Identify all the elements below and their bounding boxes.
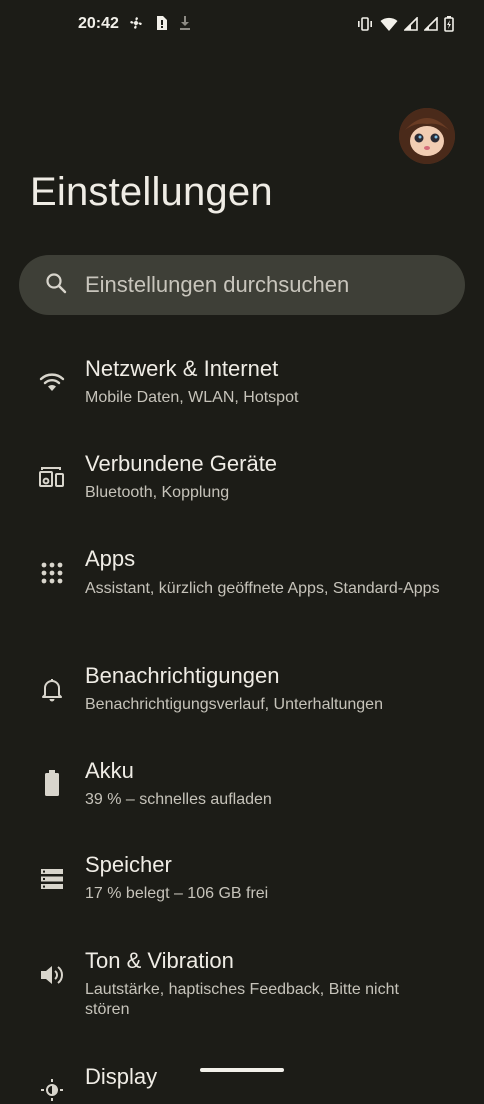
- storage-icon: [38, 865, 66, 893]
- bell-icon: [38, 676, 66, 704]
- setting-title: Verbundene Geräte: [85, 451, 278, 476]
- search-bar[interactable]: Einstellungen durchsuchen: [19, 255, 465, 315]
- status-bar: 20:42: [0, 0, 484, 52]
- search-icon: [45, 272, 67, 299]
- battery-icon: [38, 769, 66, 797]
- setting-title: Ton & Vibration: [85, 948, 234, 973]
- navigation-gesture-handle[interactable]: [200, 1068, 284, 1072]
- avatar[interactable]: [399, 108, 455, 164]
- setting-network-internet[interactable]: Netzwerk & Internet Mobile Daten, WLAN, …: [0, 330, 484, 425]
- vibrate-icon: [356, 16, 374, 32]
- setting-subtitle: Bluetooth, Kopplung: [85, 484, 230, 501]
- setting-apps[interactable]: Apps Assistant, kürzlich geöffnete Apps,…: [0, 520, 484, 636]
- setting-battery[interactable]: Akku 39 % – schnelles aufladen: [0, 731, 484, 826]
- setting-title: Netzwerk & Internet: [85, 356, 279, 381]
- setting-subtitle: Lautstärke, haptisches Feedback, Bitte n…: [85, 981, 399, 1018]
- fan-icon: [128, 15, 144, 31]
- wifi-status-icon: [380, 16, 398, 32]
- volume-icon: [38, 961, 66, 989]
- setting-connected-devices[interactable]: Verbundene Geräte Bluetooth, Kopplung: [0, 425, 484, 520]
- setting-notifications[interactable]: Benachrichtigungen Benachrichtigungsverl…: [0, 636, 484, 731]
- apps-grid-icon: [38, 559, 66, 587]
- status-time: 20:42: [78, 15, 119, 32]
- sim-alert-icon: [154, 15, 168, 31]
- setting-title: Apps: [85, 546, 136, 571]
- page-title: Einstellungen: [30, 170, 273, 214]
- battery-status-icon: [444, 16, 454, 32]
- signal-icon: [404, 17, 418, 31]
- setting-subtitle: Assistant, kürzlich geöffnete Apps, Stan…: [85, 580, 440, 597]
- setting-storage[interactable]: Speicher 17 % belegt – 106 GB frei: [0, 826, 484, 921]
- setting-title: Benachrichtigungen: [85, 663, 280, 688]
- avatar-image: [399, 108, 455, 164]
- setting-subtitle: 39 % – schnelles aufladen: [85, 791, 272, 808]
- setting-title: Speicher: [85, 852, 172, 877]
- search-placeholder: Einstellungen durchsuchen: [85, 272, 350, 297]
- setting-title: Display: [85, 1064, 158, 1089]
- devices-icon: [38, 463, 66, 491]
- signal-secondary-icon: [424, 17, 438, 31]
- display-icon: [38, 1076, 66, 1104]
- setting-subtitle: Mobile Daten, WLAN, Hotspot: [85, 389, 299, 406]
- setting-subtitle: 17 % belegt – 106 GB frei: [85, 885, 269, 902]
- setting-title: Akku: [85, 758, 134, 783]
- status-system-icons: [356, 16, 454, 32]
- status-notification-icons: [128, 15, 192, 31]
- download-icon: [178, 15, 192, 31]
- setting-subtitle: Benachrichtigungsverlauf, Unterhaltungen: [85, 696, 383, 713]
- wifi-icon: [38, 368, 66, 396]
- setting-sound-vibration[interactable]: Ton & Vibration Lautstärke, haptisches F…: [0, 921, 484, 1038]
